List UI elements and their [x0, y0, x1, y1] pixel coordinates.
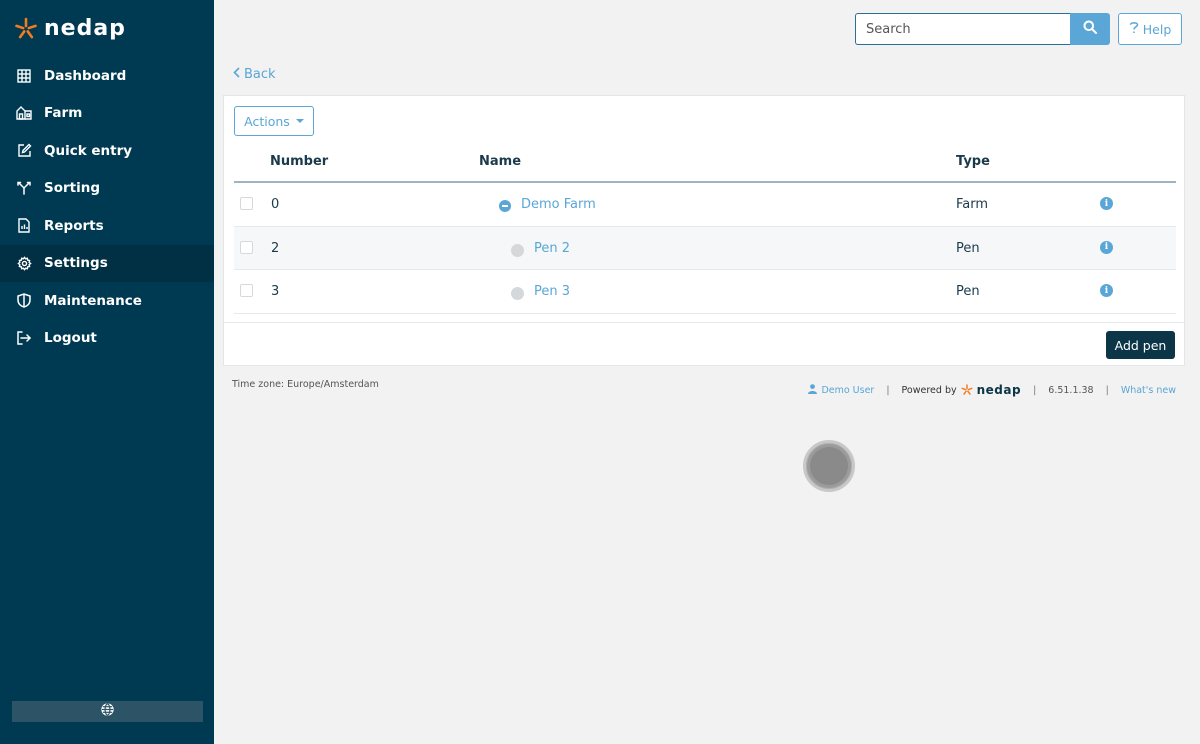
row-type: Farm — [956, 197, 989, 212]
caret-down-icon — [295, 119, 304, 123]
sidebar-item-settings[interactable]: Settings — [0, 244, 214, 282]
sidebar-item-quick-entry[interactable]: Quick entry — [0, 132, 214, 170]
globe-icon — [101, 703, 114, 720]
footer-brand: nedap — [976, 383, 1022, 397]
row-name: Pen 3 — [511, 283, 570, 300]
sidebar-item-label: Maintenance — [44, 292, 142, 309]
table-row: 3 Pen 3 Pen i — [234, 270, 1176, 314]
sidebar-item-label: Dashboard — [44, 67, 127, 84]
user-name: Demo User — [821, 384, 875, 396]
table-header: Number Name Type — [234, 141, 1176, 183]
column-header-type[interactable]: Type — [956, 154, 990, 169]
info-icon[interactable]: i — [1100, 197, 1113, 210]
barn-icon — [16, 105, 32, 121]
column-header-number[interactable]: Number — [270, 154, 328, 169]
powered-by-label: Powered by — [901, 384, 957, 396]
search-icon — [1083, 20, 1097, 38]
spinner-core — [810, 447, 848, 485]
collapse-icon[interactable] — [499, 200, 511, 212]
shield-icon — [16, 293, 32, 309]
user-icon — [808, 383, 818, 397]
nedap-star-icon — [15, 17, 37, 38]
search-input[interactable] — [855, 13, 1070, 45]
user-link[interactable]: Demo User — [808, 383, 875, 397]
sort-fork-icon — [16, 180, 32, 196]
chevron-left-icon — [233, 67, 240, 82]
tree-node-icon — [511, 287, 524, 300]
row-type: Pen — [956, 240, 980, 256]
help-label: Help — [1142, 21, 1172, 37]
back-label: Back — [244, 67, 276, 82]
sidebar-item-logout[interactable]: Logout — [0, 320, 214, 358]
sidebar-item-label: Sorting — [44, 180, 101, 197]
timezone-label: Time zone: Europe/Amsterdam — [232, 379, 379, 390]
row-number: 2 — [271, 240, 280, 256]
page-footer: Demo User | Powered by nedap | 6.51.1.38… — [808, 383, 1176, 397]
version-label: 6.51.1.38 — [1048, 384, 1094, 396]
sidebar-item-label: Settings — [44, 255, 108, 272]
row-name-link[interactable]: Pen 2 — [534, 241, 570, 256]
pens-card: Actions Number Name Type 0 Demo Farm Far… — [223, 95, 1185, 366]
report-icon — [16, 218, 32, 234]
search-bar — [855, 13, 1110, 45]
table-row: 0 Demo Farm Farm i — [234, 183, 1176, 227]
sidebar-item-label: Reports — [44, 217, 104, 234]
row-name-link[interactable]: Demo Farm — [521, 197, 596, 212]
info-icon[interactable]: i — [1100, 240, 1113, 254]
brand-name: nedap — [44, 16, 126, 41]
separator: | — [886, 384, 890, 396]
info-icon[interactable]: i — [1100, 284, 1113, 297]
sidebar-item-label: Farm — [44, 105, 83, 122]
row-name: Pen 2 — [511, 240, 570, 257]
nedap-star-icon — [961, 384, 973, 395]
add-pen-button[interactable]: Add pen — [1106, 331, 1175, 359]
row-number: 3 — [271, 284, 280, 299]
sidebar: nedap Dashboard Farm Quick entry Sorting — [0, 0, 214, 744]
edit-icon — [16, 143, 32, 159]
sidebar-nav: Dashboard Farm Quick entry Sorting Repor… — [0, 57, 214, 357]
language-selector[interactable] — [12, 701, 203, 722]
search-button[interactable] — [1070, 13, 1110, 45]
row-checkbox[interactable] — [240, 240, 253, 254]
row-number: 0 — [271, 197, 280, 212]
card-footer: Add pen — [224, 322, 1184, 366]
question-icon — [1129, 21, 1139, 37]
tree-node-icon — [511, 243, 524, 257]
whats-new-link[interactable]: What's new — [1121, 385, 1176, 396]
sidebar-item-dashboard[interactable]: Dashboard — [0, 57, 214, 95]
sidebar-item-label: Logout — [44, 330, 97, 347]
row-checkbox[interactable] — [240, 284, 253, 297]
gear-icon — [16, 255, 32, 271]
grid-icon — [16, 68, 32, 84]
row-type: Pen — [956, 284, 980, 299]
powered-by: Powered by nedap — [902, 383, 1022, 397]
back-link[interactable]: Back — [233, 67, 276, 82]
sidebar-item-maintenance[interactable]: Maintenance — [0, 282, 214, 320]
help-button[interactable]: Help — [1118, 13, 1182, 45]
sidebar-item-label: Quick entry — [44, 142, 133, 159]
actions-dropdown[interactable]: Actions — [234, 106, 314, 136]
logout-icon — [16, 330, 32, 346]
sidebar-item-sorting[interactable]: Sorting — [0, 170, 214, 208]
separator: | — [1105, 384, 1109, 396]
loading-spinner — [803, 440, 855, 492]
sidebar-item-reports[interactable]: Reports — [0, 207, 214, 245]
row-name: Demo Farm — [499, 196, 596, 212]
actions-label: Actions — [244, 113, 290, 129]
table-row: 2 Pen 2 Pen i — [234, 226, 1176, 270]
pens-table: Number Name Type 0 Demo Farm Farm i 2 Pe… — [234, 141, 1176, 314]
nedap-logo[interactable]: nedap — [14, 16, 126, 41]
row-name-link[interactable]: Pen 3 — [534, 284, 570, 299]
row-checkbox[interactable] — [240, 197, 253, 210]
sidebar-item-farm[interactable]: Farm — [0, 95, 214, 133]
separator: | — [1033, 384, 1037, 396]
column-header-name[interactable]: Name — [479, 154, 521, 169]
